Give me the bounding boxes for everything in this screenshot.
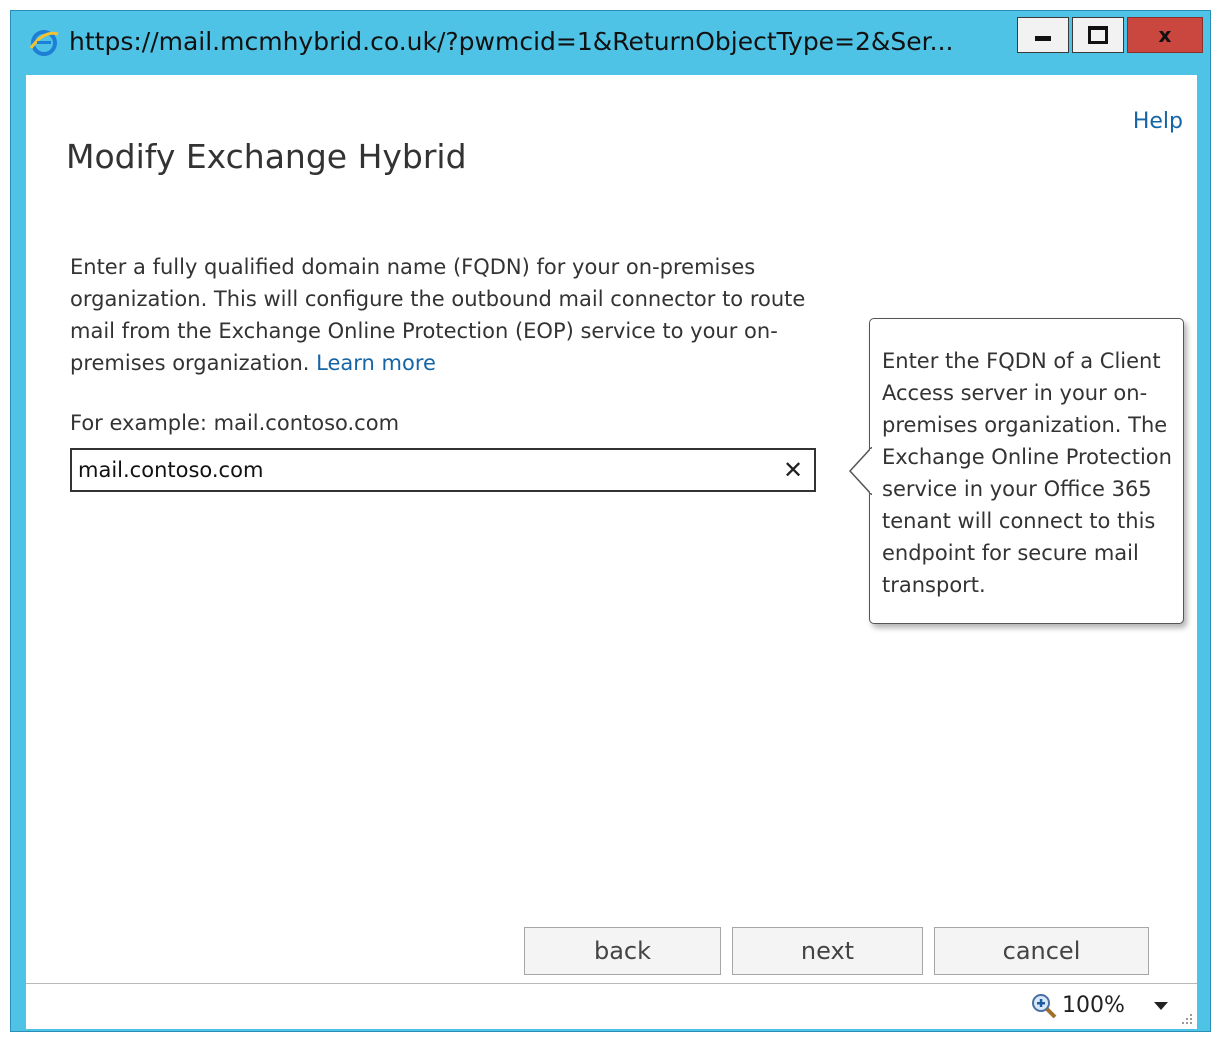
internet-explorer-icon [29,30,59,56]
help-link[interactable]: Help [1133,109,1183,134]
description-body: Enter a fully qualified domain name (FQD… [70,255,806,375]
close-icon: x [1158,23,1172,47]
help-tooltip: Enter the FQDN of a Client Access server… [848,318,1184,624]
dialog-content: Help Modify Exchange Hybrid Enter a full… [26,75,1197,983]
tooltip-text: Enter the FQDN of a Client Access server… [882,349,1172,597]
minimize-icon [1035,35,1051,41]
maximize-icon [1088,26,1108,44]
clear-icon[interactable]: ✕ [780,457,806,483]
fqdn-input[interactable] [78,454,758,486]
learn-more-link[interactable]: Learn more [316,351,436,375]
tooltip-pointer [848,447,872,495]
zoom-level[interactable]: 100% [1062,993,1125,1018]
browser-window: https://mail.mcmhybrid.co.uk/?pwmcid=1&R… [10,10,1211,1032]
resize-grip-icon[interactable] [1179,1011,1193,1025]
chevron-down-icon[interactable] [1153,1000,1169,1012]
close-button[interactable]: x [1127,17,1203,53]
example-label: For example: mail.contoso.com [70,411,400,435]
next-button[interactable]: next [732,927,923,975]
status-bar: 100% [26,983,1197,1029]
back-button[interactable]: back [524,927,721,975]
maximize-button[interactable] [1072,17,1124,53]
description-text: Enter a fully qualified domain name (FQD… [70,251,830,379]
minimize-button[interactable] [1017,17,1069,53]
fqdn-field[interactable]: ✕ [70,448,816,492]
cancel-button[interactable]: cancel [934,927,1149,975]
title-bar[interactable]: https://mail.mcmhybrid.co.uk/?pwmcid=1&R… [11,11,1210,75]
window-title: https://mail.mcmhybrid.co.uk/?pwmcid=1&R… [69,27,954,56]
zoom-in-icon[interactable] [1031,993,1057,1019]
page-title: Modify Exchange Hybrid [66,137,467,176]
